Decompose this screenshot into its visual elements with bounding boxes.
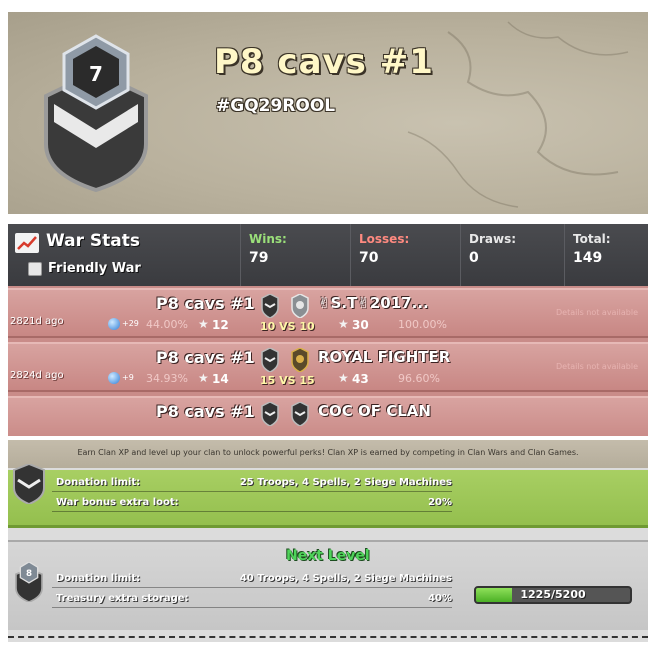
stat-label: Draws: xyxy=(469,232,517,246)
star-icon: ★ xyxy=(338,371,349,385)
perk-row: Donation limit: 40 Troops, 4 Spells, 2 S… xyxy=(52,572,452,588)
star-icon: ★ xyxy=(338,317,349,331)
friendly-war-checkbox[interactable] xyxy=(28,262,42,276)
my-clan-badge-icon xyxy=(261,294,279,318)
current-level-shield-icon xyxy=(13,464,45,504)
badge-level-text: 7 xyxy=(89,62,103,86)
war-time-ago: 2824d ago xyxy=(10,370,64,381)
next-level-box: Next Level 8 Donation limit: 40 Troops, … xyxy=(8,540,648,630)
clan-xp-icon xyxy=(108,372,120,384)
war-stats-panel: War Stats Friendly War Wins: 79 Losses: … xyxy=(8,224,648,436)
stat-losses: Losses: 70 xyxy=(350,224,460,286)
stat-label: Losses: xyxy=(359,232,410,246)
chart-icon xyxy=(15,233,39,253)
opponent-clan-name: ROYAL FIGHTER xyxy=(318,348,451,366)
friendly-war-label: Friendly War xyxy=(48,261,141,276)
stat-draws: Draws: 0 xyxy=(460,224,564,286)
stat-value: 79 xyxy=(249,250,269,266)
war-log-row[interactable]: P8 cavs #1 COC OF CLAN xyxy=(8,396,648,436)
perk-value: 40 Troops, 4 Spells, 2 Siege Machines xyxy=(239,573,452,584)
perk-value: 40% xyxy=(428,593,452,604)
star-icon: ★ xyxy=(198,371,209,385)
next-level-title: Next Level xyxy=(286,548,370,564)
my-destruction-pct: 34.93% xyxy=(146,372,188,385)
opponent-clan-name: ✌S.T✌2017... xyxy=(318,294,429,312)
perks-info-text: Earn Clan XP and level up your clan to u… xyxy=(8,440,648,468)
stat-wins: Wins: 79 xyxy=(240,224,350,286)
my-clan-badge-icon xyxy=(261,402,279,426)
perk-value: 25 Troops, 4 Spells, 2 Siege Machines xyxy=(239,477,452,488)
war-size-score: 10 VS 10 xyxy=(260,320,315,333)
next-level-shield-icon: 8 xyxy=(15,562,43,602)
details-unavailable-text: Details not available xyxy=(556,308,639,317)
clan-xp-progress-bar: 1225/5200 xyxy=(474,586,632,604)
war-log-row[interactable]: 2821d ago +29 44.00% ★ 12 P8 cavs #1 10 … xyxy=(8,288,648,338)
war-size-score: 15 VS 15 xyxy=(260,374,315,387)
my-stars: 12 xyxy=(212,318,229,332)
clan-xp-progress-text: 1225/5200 xyxy=(520,588,586,601)
opponent-clan-badge-icon xyxy=(291,402,309,426)
opponent-destruction-pct: 100.00% xyxy=(398,318,447,331)
my-clan-name: P8 cavs #1 xyxy=(156,402,255,421)
my-clan-name: P8 cavs #1 xyxy=(156,294,255,313)
next-badge-level-text: 8 xyxy=(26,569,32,579)
clan-name: P8 cavs #1 xyxy=(214,42,434,82)
perk-row: War bonus extra loot: 20% xyxy=(52,496,452,512)
current-perks-box: Donation limit: 25 Troops, 4 Spells, 2 S… xyxy=(8,464,648,528)
section-divider xyxy=(8,636,648,638)
opponent-clan-badge-icon xyxy=(291,348,309,372)
clan-xp-icon xyxy=(108,318,120,330)
clan-xp-value: +29 xyxy=(122,319,139,328)
opponent-destruction-pct: 96.60% xyxy=(398,372,440,385)
opponent-stars: 43 xyxy=(352,372,369,386)
opponent-clan-name: COC OF CLAN xyxy=(318,402,431,420)
stat-label: Total: xyxy=(573,232,611,246)
details-unavailable-text: Details not available xyxy=(556,362,639,371)
opponent-stars: 30 xyxy=(352,318,369,332)
clan-badge-icon: 7 xyxy=(44,34,148,193)
perk-label: Donation limit: xyxy=(56,477,141,488)
perk-label: Donation limit: xyxy=(56,573,141,584)
my-clan-name: P8 cavs #1 xyxy=(156,348,255,367)
war-stats-title: War Stats xyxy=(46,231,141,251)
clan-header-panel: 7 P8 cavs #1 #GQ29ROOL xyxy=(8,12,648,214)
war-stats-bar: War Stats Friendly War Wins: 79 Losses: … xyxy=(8,224,648,286)
clan-xp-value: +9 xyxy=(122,373,134,382)
perk-row: Treasury extra storage: 40% xyxy=(52,592,452,608)
stat-value: 70 xyxy=(359,250,379,266)
war-time-ago: 2821d ago xyxy=(10,316,64,327)
perk-value: 20% xyxy=(428,497,452,508)
stat-value: 0 xyxy=(469,250,479,266)
my-stars: 14 xyxy=(212,372,229,386)
clan-perks-panel: Earn Clan XP and level up your clan to u… xyxy=(8,440,648,642)
perk-row: Donation limit: 25 Troops, 4 Spells, 2 S… xyxy=(52,476,452,492)
stat-label: Wins: xyxy=(249,232,287,246)
opponent-clan-badge-icon xyxy=(291,294,309,318)
stat-value: 149 xyxy=(573,250,603,266)
my-destruction-pct: 44.00% xyxy=(146,318,188,331)
stat-total: Total: 149 xyxy=(564,224,648,286)
perk-label: Treasury extra storage: xyxy=(56,593,189,604)
star-icon: ★ xyxy=(198,317,209,331)
perk-label: War bonus extra loot: xyxy=(56,497,179,508)
clan-tag: #GQ29ROOL xyxy=(216,96,336,116)
my-clan-badge-icon xyxy=(261,348,279,372)
war-log-row[interactable]: 2824d ago +9 34.93% ★ 14 P8 cavs #1 15 V… xyxy=(8,342,648,392)
